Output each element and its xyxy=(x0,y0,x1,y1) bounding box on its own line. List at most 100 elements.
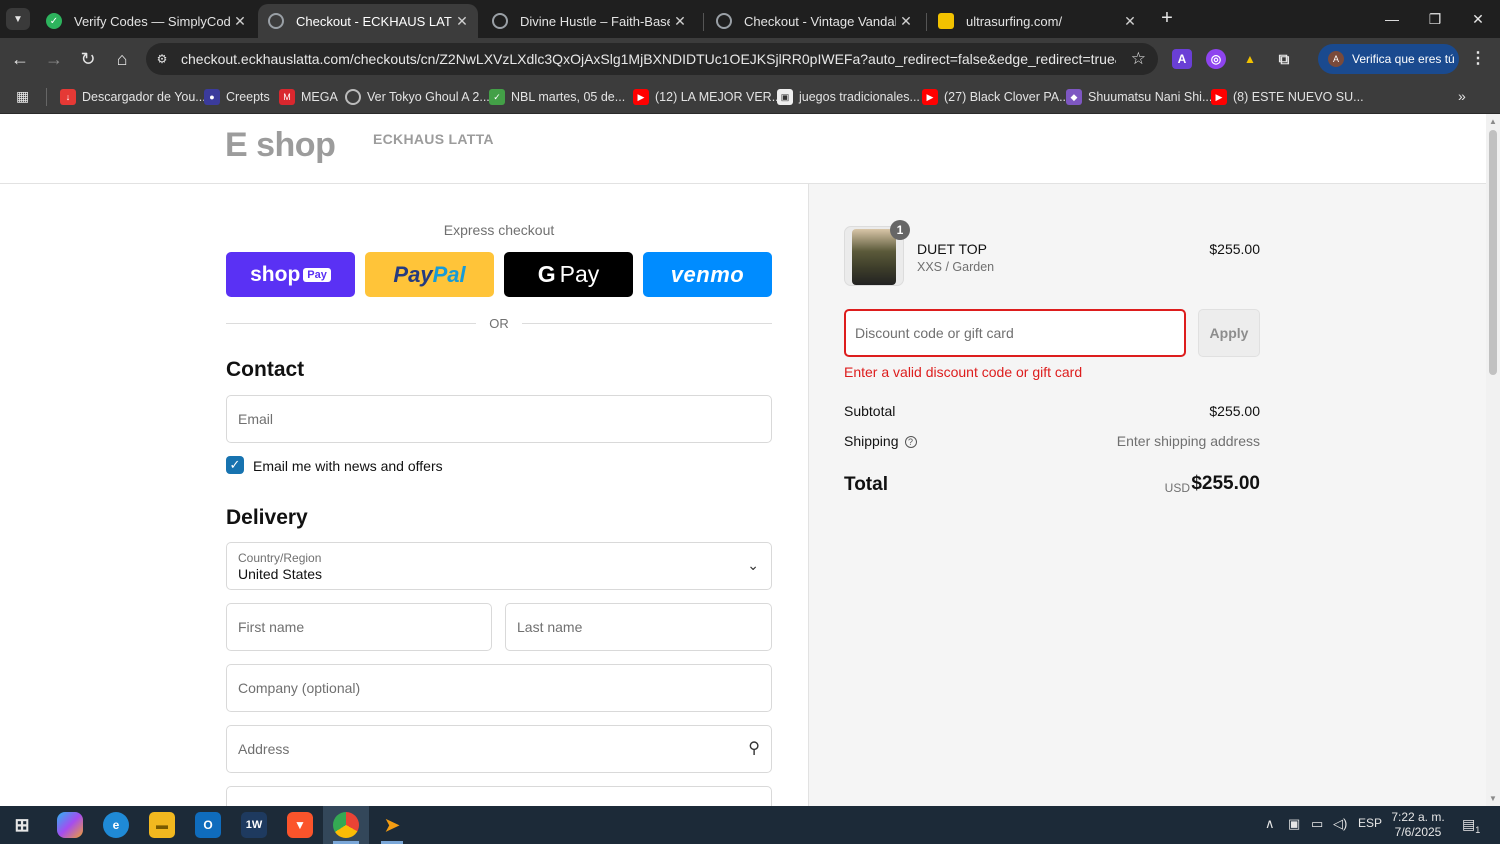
bookmark-item[interactable]: ▶ (12) LA MEJOR VER... xyxy=(633,87,782,107)
google-g-icon: G xyxy=(537,261,556,287)
tab-ultrasurfing[interactable]: ultrasurfing.com/ ✕ xyxy=(928,4,1146,38)
extension-drive-icon[interactable]: ▲ xyxy=(1240,49,1260,69)
total-value: $255.00 xyxy=(1191,473,1260,494)
bookmark-item[interactable]: ▶ (27) Black Clover PA... xyxy=(922,87,1070,107)
first-name-field[interactable]: First name xyxy=(226,603,492,651)
news-offers-checkbox[interactable]: ✓ xyxy=(226,456,244,474)
scroll-down-arrow-icon[interactable]: ▼ xyxy=(1488,794,1498,803)
apply-discount-button[interactable]: Apply xyxy=(1198,309,1260,357)
bookmark-label: Ver Tokyo Ghoul A 2... xyxy=(367,90,490,104)
creepts-icon: ● xyxy=(204,89,220,105)
back-button[interactable]: ← xyxy=(7,46,33,72)
tab-simplycodes[interactable]: ✓ Verify Codes — SimplyCodes ✕ xyxy=(36,4,256,38)
email-placeholder: Email xyxy=(238,411,274,427)
volume-icon[interactable]: ◁) xyxy=(1333,816,1347,832)
product-price: $255.00 xyxy=(1209,241,1260,257)
close-icon[interactable]: ✕ xyxy=(452,13,472,30)
profile-label: Verifica que eres tú xyxy=(1352,52,1455,66)
bookmark-label: (8) ESTE NUEVO SU... xyxy=(1233,90,1364,104)
copilot-icon[interactable] xyxy=(57,812,83,838)
url-text[interactable]: checkout.eckhauslatta.com/checkouts/cn/Z… xyxy=(181,51,1116,67)
word-app-icon[interactable]: 1W xyxy=(241,812,267,838)
news-offers-label[interactable]: Email me with news and offers xyxy=(253,458,443,474)
menu-kebab-icon[interactable]: ⋮ xyxy=(1470,48,1486,68)
extension-circle-icon[interactable]: ◎ xyxy=(1206,49,1226,69)
system-clock[interactable]: 7:22 a. m. 7/6/2025 xyxy=(1388,810,1448,840)
bookmark-label: Descargador de You... xyxy=(82,90,206,104)
outlook-icon[interactable]: O xyxy=(195,812,221,838)
quantity-badge: 1 xyxy=(890,220,910,240)
checkout-page: E shop ECKHAUS LATTA Express checkout sh… xyxy=(0,114,1486,806)
address-field[interactable]: Address ⚲ xyxy=(226,725,772,773)
extension-a-icon[interactable]: A xyxy=(1172,49,1192,69)
more-bookmarks-icon[interactable]: » xyxy=(1458,88,1466,104)
minimize-button[interactable]: — xyxy=(1378,6,1406,32)
apartment-field[interactable] xyxy=(226,786,772,806)
new-tab-button[interactable]: + xyxy=(1156,8,1178,30)
page-scrollbar[interactable]: ▲ ▼ xyxy=(1486,114,1500,806)
close-icon[interactable]: ✕ xyxy=(670,13,690,30)
bookmark-item[interactable]: ▣ juegos tradicionales... xyxy=(777,87,920,107)
language-indicator[interactable]: ESP xyxy=(1358,816,1382,830)
site-settings-icon[interactable]: ⚙ xyxy=(154,51,170,67)
meet-now-icon[interactable]: ▣ xyxy=(1288,816,1300,832)
store-logo[interactable]: E shop xyxy=(225,126,336,165)
bookmark-item[interactable]: M MEGA xyxy=(279,87,338,107)
tab-eckhaus-checkout[interactable]: Checkout - ECKHAUS LATTA ✕ xyxy=(258,4,478,38)
scroll-up-arrow-icon[interactable]: ▲ xyxy=(1488,117,1498,126)
chrome-icon[interactable] xyxy=(333,812,359,838)
reload-button[interactable]: ↻ xyxy=(75,46,101,72)
edge-icon[interactable]: e xyxy=(103,812,129,838)
venmo-button[interactable]: venmo xyxy=(643,252,772,297)
bookmark-star-icon[interactable]: ☆ xyxy=(1131,49,1146,69)
file-explorer-icon[interactable]: ▬ xyxy=(149,812,175,838)
bookmark-item[interactable]: ✓ NBL martes, 05 de... xyxy=(489,87,625,107)
close-icon[interactable]: ✕ xyxy=(230,13,250,30)
cursor-app-icon[interactable]: ➤ xyxy=(379,812,405,838)
close-icon[interactable]: ✕ xyxy=(1120,13,1140,30)
bookmark-label: MEGA xyxy=(301,90,338,104)
clock-date: 7/6/2025 xyxy=(1394,825,1442,839)
extensions-puzzle-icon[interactable]: ⧉ xyxy=(1274,49,1294,69)
tab-divine-hustle[interactable]: Divine Hustle – Faith-Based Ent ✕ xyxy=(482,4,696,38)
restore-button[interactable]: ❐ xyxy=(1421,6,1449,32)
email-field[interactable]: Email xyxy=(226,395,772,443)
bookmark-item[interactable]: ◆ Shuumatsu Nani Shi... xyxy=(1066,87,1212,107)
tab-title: Checkout - ECKHAUS LATTA xyxy=(296,13,452,29)
paypal-button[interactable]: Pay Pal xyxy=(365,252,494,297)
globe-icon xyxy=(268,13,284,29)
google-pay-button[interactable]: G Pay xyxy=(504,252,633,297)
close-window-button[interactable]: ✕ xyxy=(1464,6,1492,32)
last-name-field[interactable]: Last name xyxy=(505,603,772,651)
download-icon: ↓ xyxy=(60,89,76,105)
notification-center-icon[interactable]: ▤1 xyxy=(1462,816,1480,835)
tab-search-button[interactable]: ▼ xyxy=(6,8,30,30)
bookmark-label: juegos tradicionales... xyxy=(799,90,920,104)
bookmark-item[interactable]: Ver Tokyo Ghoul A 2... xyxy=(345,87,490,107)
anime-icon: ◆ xyxy=(1066,89,1082,105)
tab-vintage-vandalizm[interactable]: Checkout - Vintage Vandalizm ✕ xyxy=(706,4,922,38)
bookmark-item[interactable]: ● Creepts xyxy=(204,87,270,107)
bookmark-item[interactable]: ↓ Descargador de You... xyxy=(60,87,206,107)
brave-icon[interactable]: ▼ xyxy=(287,812,313,838)
youtube-icon: ▶ xyxy=(1211,89,1227,105)
apps-grid-icon[interactable]: ▦ xyxy=(16,88,32,104)
tray-overflow-chevron-icon[interactable]: ∧ xyxy=(1265,816,1275,832)
close-icon[interactable]: ✕ xyxy=(896,13,916,30)
country-select[interactable]: Country/Region United States ⌄ xyxy=(226,542,772,590)
profile-button[interactable]: A Verifica que eres tú xyxy=(1318,44,1459,74)
forward-button[interactable]: → xyxy=(41,46,67,72)
home-button[interactable]: ⌂ xyxy=(109,46,135,72)
contact-heading: Contact xyxy=(226,358,305,381)
windows-start-icon[interactable]: ⊞ xyxy=(9,812,35,838)
shop-pay-button[interactable]: shop Pay xyxy=(226,252,355,297)
address-bar[interactable]: ⚙ checkout.eckhauslatta.com/checkouts/cn… xyxy=(146,43,1158,75)
scrollbar-thumb[interactable] xyxy=(1489,130,1497,375)
subtotal-value: $255.00 xyxy=(1209,403,1260,419)
help-circle-icon[interactable]: ? xyxy=(904,436,917,448)
company-placeholder: Company (optional) xyxy=(238,680,361,696)
network-icon[interactable]: ▭ xyxy=(1311,816,1323,832)
discount-code-field[interactable]: Discount code or gift card xyxy=(844,309,1186,357)
bookmark-item[interactable]: ▶ (8) ESTE NUEVO SU... xyxy=(1211,87,1364,107)
company-field[interactable]: Company (optional) xyxy=(226,664,772,712)
